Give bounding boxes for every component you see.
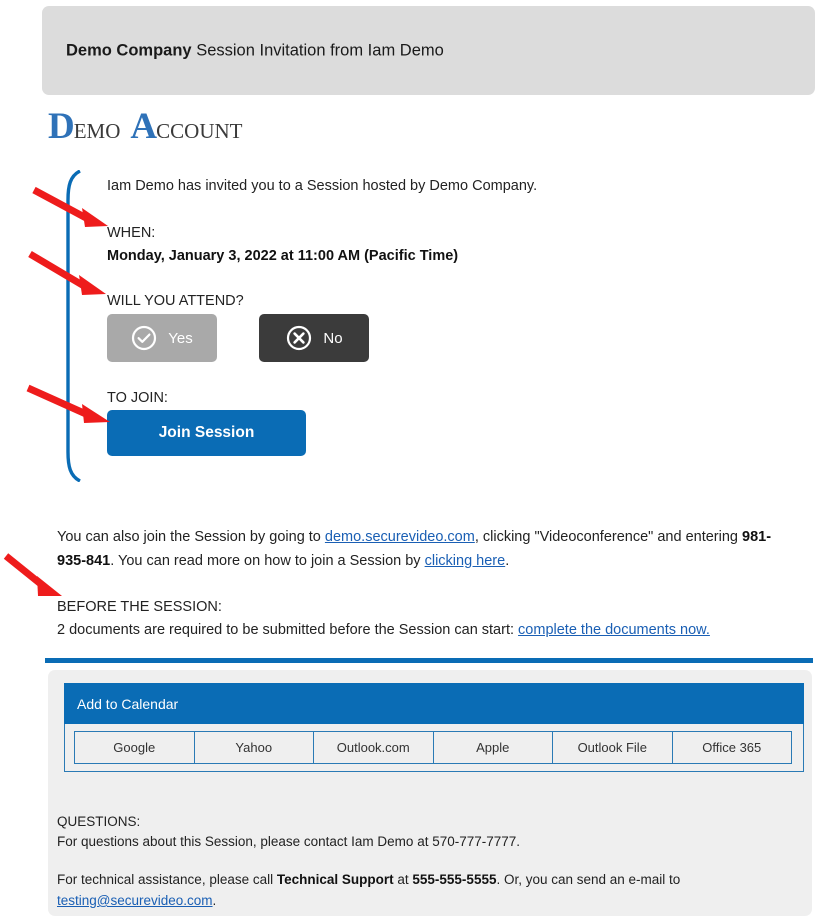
documents-required-text: 2 documents are required to be submitted… [57,622,519,638]
calendar-panel-title: Add to Calendar [64,683,804,724]
when-value: Monday, January 3, 2022 at 11:00 AM (Pac… [107,248,459,264]
subject-company: Demo Company [66,41,192,59]
check-circle-icon [132,325,157,351]
demo-securevideo-link[interactable]: demo.securevideo.com [325,529,475,545]
to-join-label: TO JOIN: [107,390,168,406]
rsvp-no-button[interactable]: No [259,314,370,362]
tech-text-3: . Or, you can send an e-mail to [496,872,681,887]
x-circle-icon [287,325,312,351]
rsvp-button-group: Yes No [107,314,370,362]
rsvp-no-label: No [323,329,343,347]
alsojoin-text-1: You can also join the Session by going t… [57,529,325,545]
rsvp-yes-button[interactable]: Yes [107,314,217,362]
logo-rest-emo: EMO [73,119,121,143]
when-label: WHEN: [107,225,156,241]
rsvp-yes-label: Yes [168,329,193,347]
questions-label: QUESTIONS: [57,814,141,829]
questions-text: For questions about this Session, please… [57,834,521,849]
attend-question-label: WILL YOU ATTEND? [107,293,244,309]
calendar-panel: Add to Calendar Google Yahoo Outlook.com… [48,670,812,916]
demo-account-logo: DEMO ACCOUNT [48,108,242,145]
tech-text-1: For technical assistance, please call [57,872,277,887]
calendar-options-table: Google Yahoo Outlook.com Apple Outlook F… [64,724,804,772]
subject-header-bar: Demo Company Session Invitation from Iam… [42,6,815,95]
invitation-intro-text: Iam Demo has invited you to a Session ho… [107,178,538,194]
alternate-join-paragraph: You can also join the Session by going t… [57,525,787,573]
subject-rest: Session Invitation from Iam Demo [191,41,444,59]
alsojoin-text-2: , clicking "Videoconference" and enterin… [474,529,742,545]
logo-rest-ccount: CCOUNT [156,119,243,143]
alsojoin-text-3: . You can read more on how to join a Ses… [110,553,425,569]
calendar-option-yahoo[interactable]: Yahoo [194,732,314,763]
calendar-options-row: Google Yahoo Outlook.com Apple Outlook F… [74,731,792,764]
technical-assistance-text: For technical assistance, please call Te… [57,869,757,911]
logo-cap-d: D [48,106,75,147]
support-email-link[interactable]: testing@securevideo.com [57,893,213,908]
technical-support-label: Technical Support [276,872,394,887]
email-invitation-page: Demo Company Session Invitation from Iam… [0,0,820,916]
alsojoin-text-4: . [505,553,510,569]
logo-cap-a: A [130,106,157,147]
calendar-option-office-365[interactable]: Office 365 [672,732,791,763]
section-divider [45,658,813,663]
before-session-label: BEFORE THE SESSION: [57,599,222,615]
before-session-paragraph: 2 documents are required to be submitted… [57,618,797,642]
technical-support-phone: 555-555-5555 [412,872,497,887]
complete-documents-link[interactable]: complete the documents now. [518,622,710,638]
tech-text-4: . [212,893,217,908]
calendar-option-google[interactable]: Google [75,732,195,763]
calendar-option-outlook-com[interactable]: Outlook.com [314,732,434,763]
calendar-option-apple[interactable]: Apple [433,732,553,763]
clicking-here-link[interactable]: clicking here [425,553,506,569]
calendar-option-outlook-file[interactable]: Outlook File [553,732,673,763]
blue-bracket-decoration [66,170,81,482]
join-session-button[interactable]: Join Session [107,410,306,456]
tech-text-2: at [393,872,413,887]
subject-line: Demo Company Session Invitation from Iam… [66,41,444,60]
